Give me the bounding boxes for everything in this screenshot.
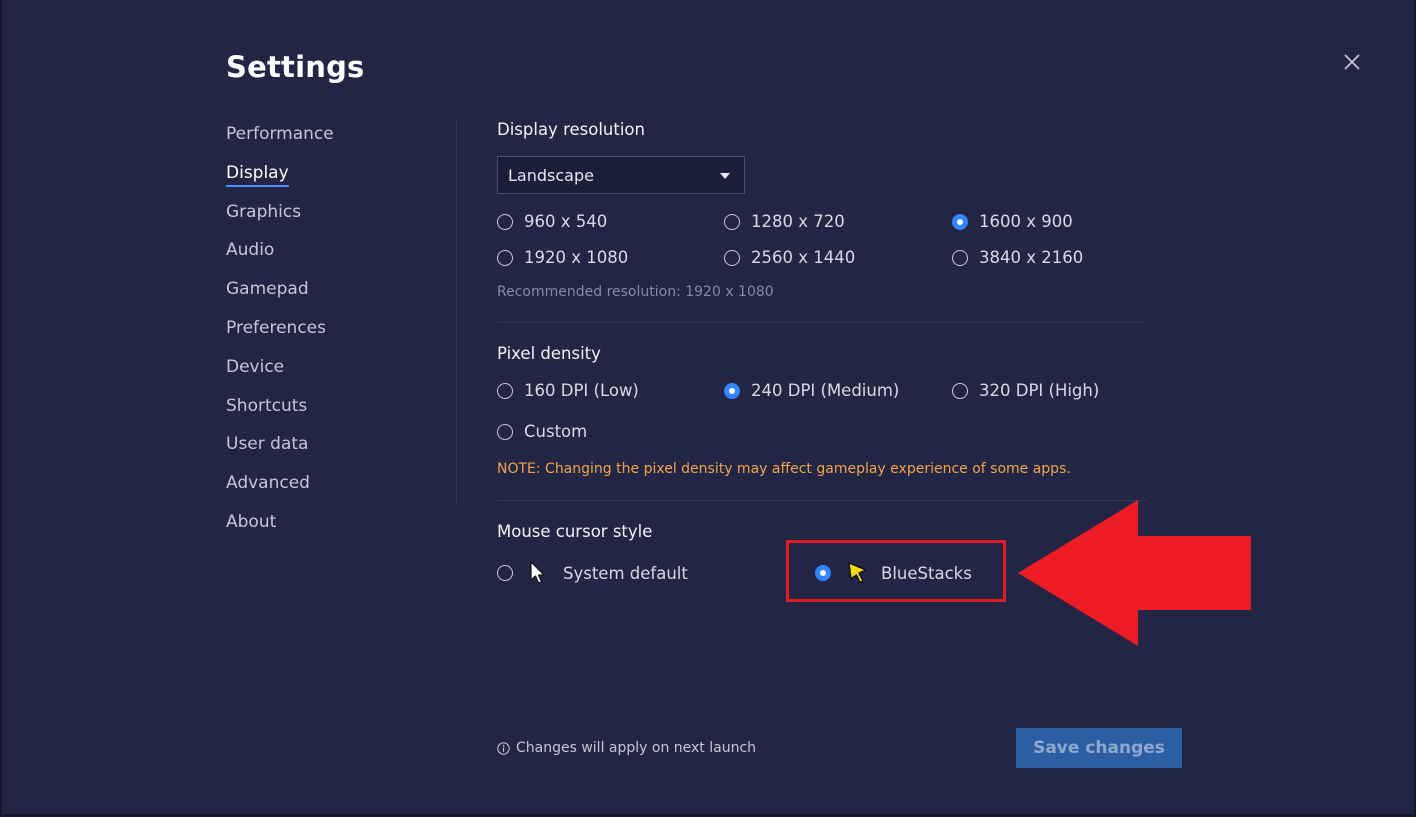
radio-button[interactable] (497, 249, 513, 266)
pixel-density-title: Pixel density (497, 344, 601, 363)
sidebar-item-graphics[interactable]: Graphics (226, 202, 334, 241)
sidebar-item-label: Preferences (226, 317, 326, 338)
radio-label: 2560 x 1440 (751, 248, 856, 267)
sidebar-item-label: Performance (226, 124, 334, 144)
density-option-custom[interactable]: Custom (497, 422, 587, 441)
resolution-option-3840x2160[interactable]: 3840 x 2160 (952, 248, 1083, 267)
radio-button[interactable] (497, 423, 513, 440)
radio-label: System default (563, 563, 688, 583)
radio-button-selected[interactable] (724, 382, 740, 399)
sidebar-item-advanced[interactable]: Advanced (226, 473, 334, 512)
radio-label: 240 DPI (Medium) (751, 381, 900, 400)
radio-label: 960 x 540 (524, 212, 608, 231)
density-option-240[interactable]: 240 DPI (Medium) (724, 381, 899, 400)
highlight-box (786, 540, 1006, 602)
radio-button[interactable] (952, 249, 968, 266)
density-option-160[interactable]: 160 DPI (Low) (497, 381, 639, 400)
radio-button[interactable] (952, 382, 968, 399)
radio-label: 1920 x 1080 (524, 248, 629, 267)
recommended-resolution-hint: Recommended resolution: 1920 x 1080 (497, 284, 774, 300)
radio-label: 1600 x 900 (979, 212, 1073, 231)
info-icon (497, 741, 510, 755)
close-icon[interactable] (1340, 50, 1364, 74)
resolution-option-960x540[interactable]: 960 x 540 (497, 212, 607, 231)
radio-button-selected[interactable] (952, 213, 968, 230)
cursor-option-system-default[interactable]: System default (497, 561, 688, 585)
radio-button[interactable] (497, 565, 513, 581)
orientation-select[interactable]: Landscape (497, 156, 745, 194)
radio-button[interactable] (497, 213, 513, 230)
resolution-option-1600x900[interactable]: 1600 x 900 (952, 212, 1073, 231)
dropdown-caret-icon (720, 173, 730, 179)
settings-window: Settings Performance Display Graphics Au… (0, 0, 1416, 817)
sidebar-item-label: Shortcuts (226, 395, 308, 416)
sidebar-item-about[interactable]: About (226, 512, 334, 551)
sidebar-item-label: Display (226, 163, 289, 187)
window-edge-left (0, 0, 2, 817)
radio-label: 320 DPI (High) (979, 381, 1100, 400)
sidebar-item-device[interactable]: Device (226, 357, 334, 396)
sidebar-item-shortcuts[interactable]: Shortcuts (226, 396, 334, 435)
radio-label: 1280 x 720 (751, 212, 845, 231)
radio-label: Custom (524, 422, 588, 441)
sidebar-divider (456, 120, 457, 505)
sidebar-item-label: Graphics (226, 201, 302, 222)
sidebar-item-label: Advanced (226, 473, 310, 494)
density-option-320[interactable]: 320 DPI (High) (952, 381, 1099, 400)
save-button[interactable]: Save changes (1016, 728, 1182, 768)
orientation-select-value: Landscape (508, 166, 594, 185)
display-resolution-title: Display resolution (497, 120, 645, 139)
pixel-density-note: NOTE: Changing the pixel density may aff… (497, 461, 1071, 477)
sidebar-item-label: User data (226, 434, 309, 455)
resolution-option-1280x720[interactable]: 1280 x 720 (724, 212, 845, 231)
sidebar-item-performance[interactable]: Performance (226, 124, 334, 163)
sidebar-item-audio[interactable]: Audio (226, 240, 334, 279)
sidebar-item-label: About (226, 511, 277, 532)
system-cursor-icon (530, 561, 545, 584)
sidebar-item-preferences[interactable]: Preferences (226, 318, 334, 357)
page-title: Settings (226, 50, 365, 84)
resolution-option-2560x1440[interactable]: 2560 x 1440 (724, 248, 855, 267)
radio-label: 3840 x 2160 (979, 248, 1084, 267)
sidebar-item-label: Gamepad (226, 279, 309, 300)
section-divider (497, 322, 1147, 323)
radio-button[interactable] (724, 249, 740, 266)
settings-sidebar: Performance Display Graphics Audio Gamep… (226, 124, 334, 551)
footer-note-text: Changes will apply on next launch (516, 740, 757, 756)
mouse-cursor-style-title: Mouse cursor style (497, 522, 653, 541)
red-arrow-icon (1018, 500, 1251, 646)
sidebar-item-label: Device (226, 356, 285, 377)
radio-label: 160 DPI (Low) (524, 381, 639, 400)
sidebar-item-display[interactable]: Display (226, 163, 334, 202)
sidebar-item-gamepad[interactable]: Gamepad (226, 279, 334, 318)
sidebar-item-user-data[interactable]: User data (226, 434, 334, 473)
radio-button[interactable] (724, 213, 740, 230)
radio-button[interactable] (497, 382, 513, 399)
footer-note: Changes will apply on next launch (497, 740, 756, 756)
resolution-option-1920x1080[interactable]: 1920 x 1080 (497, 248, 628, 267)
sidebar-item-label: Audio (226, 240, 275, 261)
